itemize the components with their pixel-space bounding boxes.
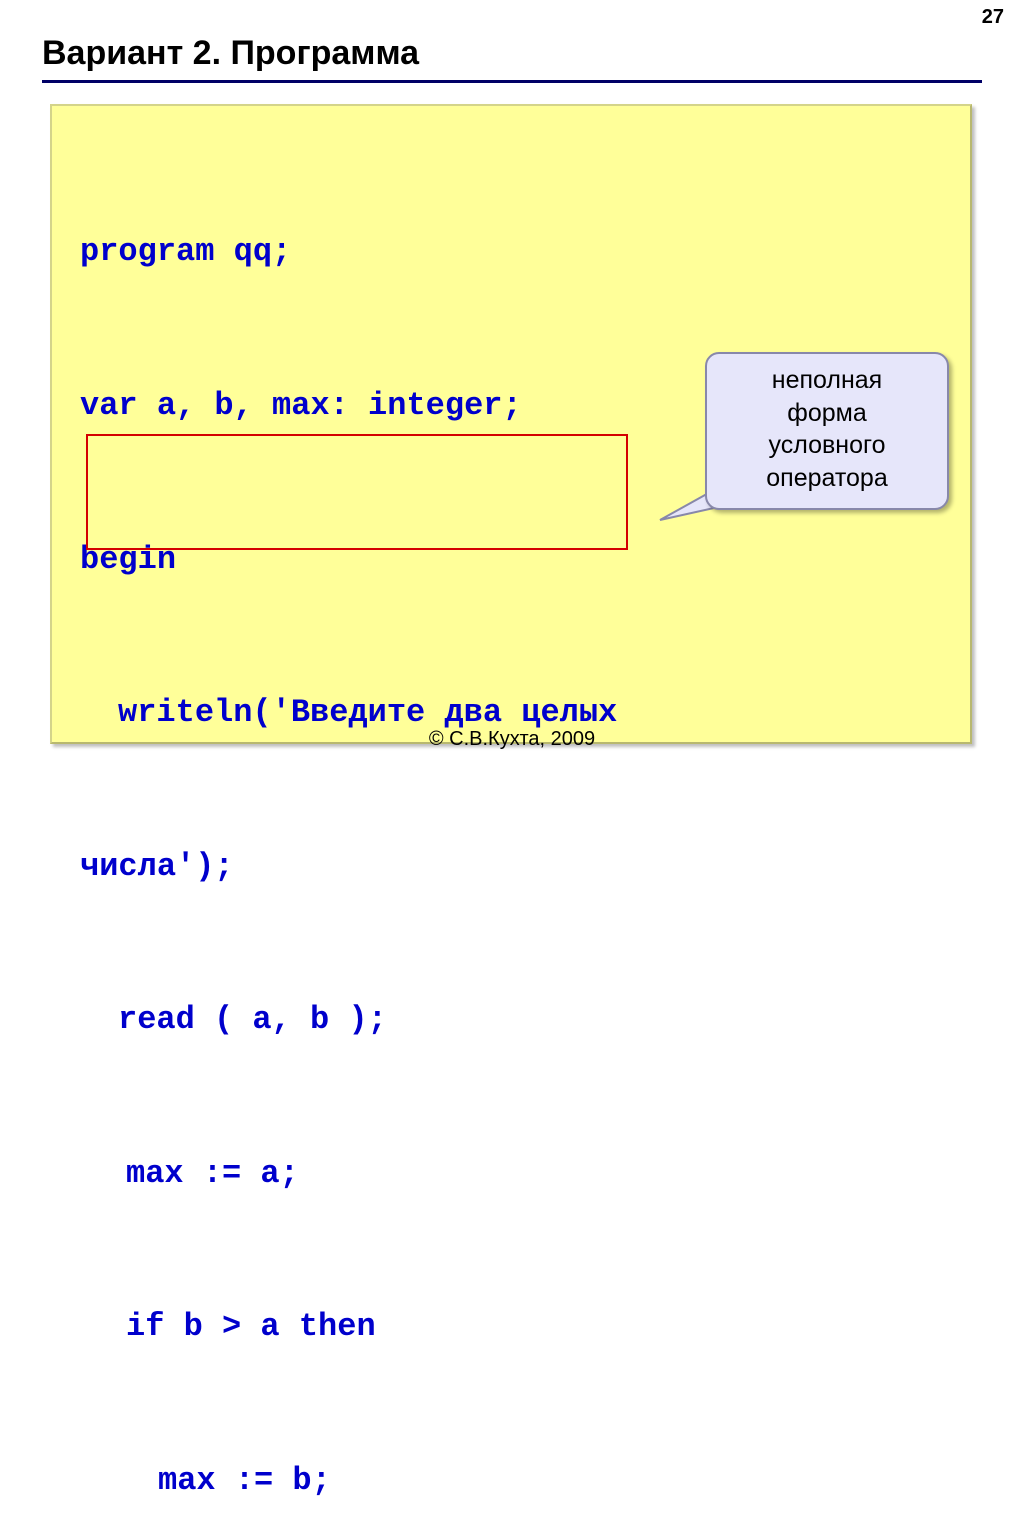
callout-box: неполная форма условного оператора [705,352,949,510]
code-line: read ( a, b ); [80,994,942,1045]
code-line: if b > a then [80,1301,942,1352]
footer-copyright: © С.В.Кухта, 2009 [0,728,1024,751]
callout-line: оператора [715,462,939,495]
code-line: program qq; [80,226,942,277]
callout-line: условного [715,429,939,462]
code-line: числа'); [80,841,942,892]
code-line: max := b; [80,1455,942,1506]
code-listing: program qq; var a, b, max: integer; begi… [80,124,942,1536]
callout-line: форма [715,397,939,430]
title-divider [42,80,982,83]
callout-line: неполная [715,364,939,397]
code-line: max := a; [80,1148,942,1199]
code-line: begin [80,534,942,585]
page-number: 27 [982,6,1004,29]
slide-title: Вариант 2. Программа [42,34,419,73]
